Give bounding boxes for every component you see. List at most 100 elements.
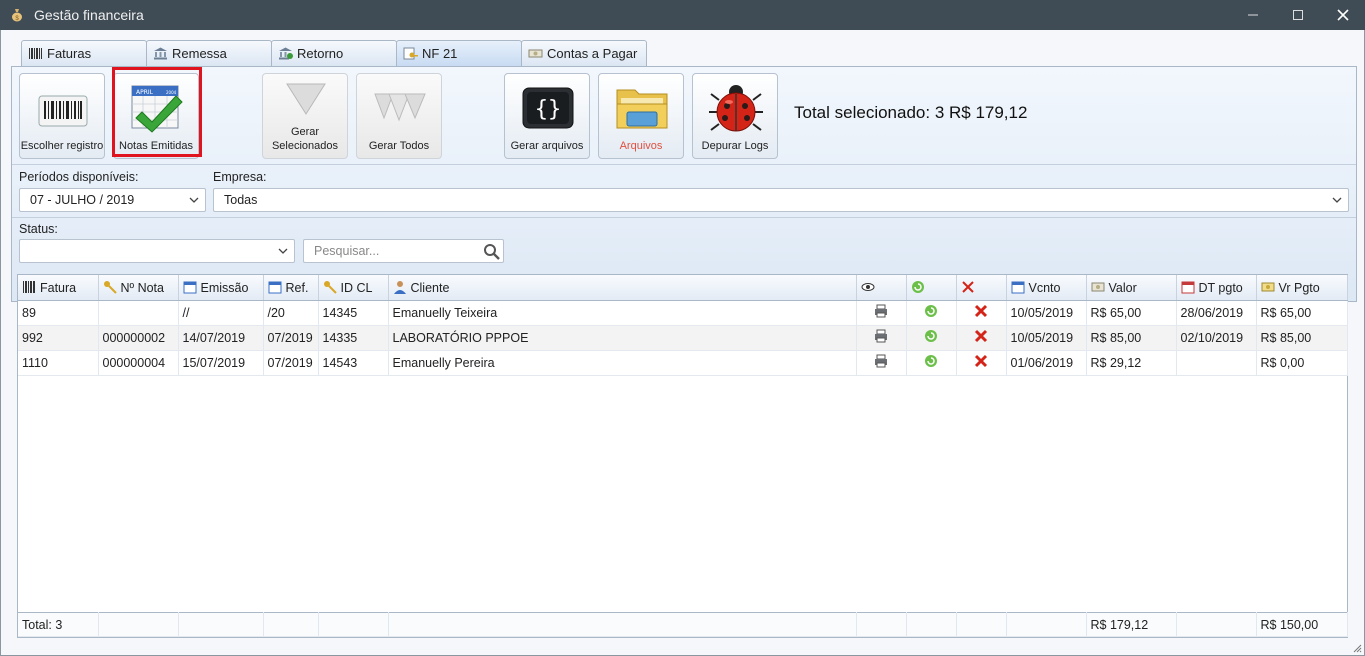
cell-id-cl: 14543 xyxy=(318,350,389,376)
gerar-selecionados-button[interactable]: Gerar Selecionados xyxy=(262,73,348,159)
footer-vr-pgto-total: R$ 150,00 xyxy=(1256,612,1348,637)
table-header-row: Fatura Nº Nota Emissão Ref. ID CL Client… xyxy=(18,275,1348,301)
cell-vcnto: 10/05/2019 xyxy=(1006,325,1087,351)
printer-icon[interactable] xyxy=(874,354,888,368)
cell-ref: /20 xyxy=(263,300,319,326)
empresa-select[interactable]: Todas xyxy=(213,188,1349,212)
arquivos-label: Arquivos xyxy=(619,140,663,152)
chevron-down-icon xyxy=(278,248,288,254)
user-icon xyxy=(393,280,406,294)
arquivos-button[interactable]: Arquivos xyxy=(598,73,684,159)
print-cell[interactable] xyxy=(856,350,907,376)
column-header-fatura[interactable]: Fatura xyxy=(18,275,99,301)
gerar-arquivos-button[interactable]: {} Gerar arquivos xyxy=(504,73,590,159)
close-icon xyxy=(1336,9,1349,21)
printer-icon[interactable] xyxy=(874,329,888,343)
barcode-scanner-icon xyxy=(38,95,88,127)
total-selecionado: Total selecionado: 3 R$ 179,12 xyxy=(794,103,1028,122)
column-header-view[interactable] xyxy=(856,275,907,301)
money-icon xyxy=(1091,282,1104,292)
bank-icon xyxy=(154,47,167,60)
column-header-refresh[interactable] xyxy=(906,275,957,301)
tab-contas-a-pagar[interactable]: Contas a Pagar xyxy=(521,40,647,66)
column-header-emissao[interactable]: Emissão xyxy=(178,275,264,301)
depurar-logs-button[interactable]: Depurar Logs xyxy=(692,73,778,159)
cell-dt-pgto: 28/06/2019 xyxy=(1176,300,1257,326)
refresh-icon[interactable] xyxy=(924,354,938,368)
search-placeholder: Pesquisar... xyxy=(314,244,380,258)
periodos-value: 07 - JULHO / 2019 xyxy=(30,193,135,207)
tab-retorno[interactable]: Retorno xyxy=(271,40,397,66)
delete-icon[interactable] xyxy=(974,304,988,318)
delete-icon[interactable] xyxy=(974,354,988,368)
delete-cell[interactable] xyxy=(956,300,1007,326)
refresh-cell[interactable] xyxy=(906,325,957,351)
escolher-registro-button[interactable]: Escolher registro xyxy=(19,73,105,159)
column-header-vcnto[interactable]: Vcnto xyxy=(1006,275,1087,301)
cell-emissao: // xyxy=(178,300,264,326)
delete-cell[interactable] xyxy=(956,325,1007,351)
column-header-cliente[interactable]: Cliente xyxy=(388,275,857,301)
maximize-icon xyxy=(1292,10,1303,20)
refresh-cell[interactable] xyxy=(906,350,957,376)
maximize-button[interactable] xyxy=(1275,0,1320,30)
resize-grip-icon[interactable] xyxy=(1352,643,1362,653)
search-icon[interactable] xyxy=(483,243,500,260)
cell-dt-pgto xyxy=(1176,350,1257,376)
print-cell[interactable] xyxy=(856,325,907,351)
cell-fatura: 992 xyxy=(18,325,99,351)
tab-label: NF 21 xyxy=(422,46,458,61)
window-title: Gestão financeira xyxy=(34,7,144,23)
calendar-icon xyxy=(1011,281,1024,294)
refresh-cell[interactable] xyxy=(906,300,957,326)
cell-valor: R$ 65,00 xyxy=(1086,300,1177,326)
column-header-id-cl[interactable]: ID CL xyxy=(318,275,389,301)
depurar-logs-label: Depurar Logs xyxy=(701,140,769,152)
printer-icon[interactable] xyxy=(874,304,888,318)
code-braces-icon: {} xyxy=(522,87,574,129)
tab-faturas[interactable]: Faturas xyxy=(21,40,147,66)
delete-x-icon xyxy=(961,281,974,293)
column-header-nota[interactable]: Nº Nota xyxy=(98,275,179,301)
gerar-selecionados-label: Gerar Selecionados xyxy=(271,126,339,152)
gerar-todos-button[interactable]: Gerar Todos xyxy=(356,73,442,159)
column-header-delete[interactable] xyxy=(956,275,1007,301)
delete-cell[interactable] xyxy=(956,350,1007,376)
column-header-ref[interactable]: Ref. xyxy=(263,275,319,301)
tab-label: Retorno xyxy=(297,46,344,61)
column-header-dt-pgto[interactable]: DT pgto xyxy=(1176,275,1257,301)
periodos-select[interactable]: 07 - JULHO / 2019 xyxy=(19,188,206,212)
cell-valor: R$ 29,12 xyxy=(1086,350,1177,376)
title-bar: $ Gestão financeira xyxy=(0,0,1365,30)
table-row[interactable]: 1110 000000004 15/07/2019 07/2019 14543 … xyxy=(18,350,1348,376)
minimize-button[interactable] xyxy=(1230,0,1275,30)
cell-fatura: 89 xyxy=(18,300,99,326)
gerar-todos-label: Gerar Todos xyxy=(368,140,430,152)
notas-emitidas-button[interactable]: APRIL 2004 Notas Emitidas xyxy=(113,73,199,159)
notas-emitidas-label: Notas Emitidas xyxy=(119,140,193,152)
delete-icon[interactable] xyxy=(974,329,988,343)
filters-divider xyxy=(12,217,1356,218)
tab-remessa[interactable]: Remessa xyxy=(146,40,272,66)
column-header-valor[interactable]: Valor xyxy=(1086,275,1177,301)
key-document-icon xyxy=(403,47,418,60)
refresh-icon[interactable] xyxy=(924,329,938,343)
print-cell[interactable] xyxy=(856,300,907,326)
gerar-arquivos-label: Gerar arquivos xyxy=(510,140,584,152)
footer-valor-total: R$ 179,12 xyxy=(1086,612,1177,637)
tab-nf21[interactable]: NF 21 xyxy=(396,40,522,66)
chevron-down-icon xyxy=(189,197,199,203)
close-button[interactable] xyxy=(1320,0,1365,30)
table-row[interactable]: 89 // /20 14345 Emanuelly Teixeira 10/05… xyxy=(18,300,1348,326)
calendar-month-text: APRIL xyxy=(136,89,154,96)
refresh-icon[interactable] xyxy=(924,304,938,318)
cell-cliente: Emanuelly Teixeira xyxy=(388,300,857,326)
status-select[interactable] xyxy=(19,239,295,263)
cell-vcnto: 10/05/2019 xyxy=(1006,300,1087,326)
table-row[interactable]: 992 000000002 14/07/2019 07/2019 14335 L… xyxy=(18,325,1348,351)
column-header-vr-pgto[interactable]: Vr Pgto xyxy=(1256,275,1348,301)
search-input[interactable]: Pesquisar... xyxy=(303,239,504,263)
cell-emissao: 14/07/2019 xyxy=(178,325,264,351)
cell-id-cl: 14345 xyxy=(318,300,389,326)
bank-return-icon xyxy=(279,47,293,60)
